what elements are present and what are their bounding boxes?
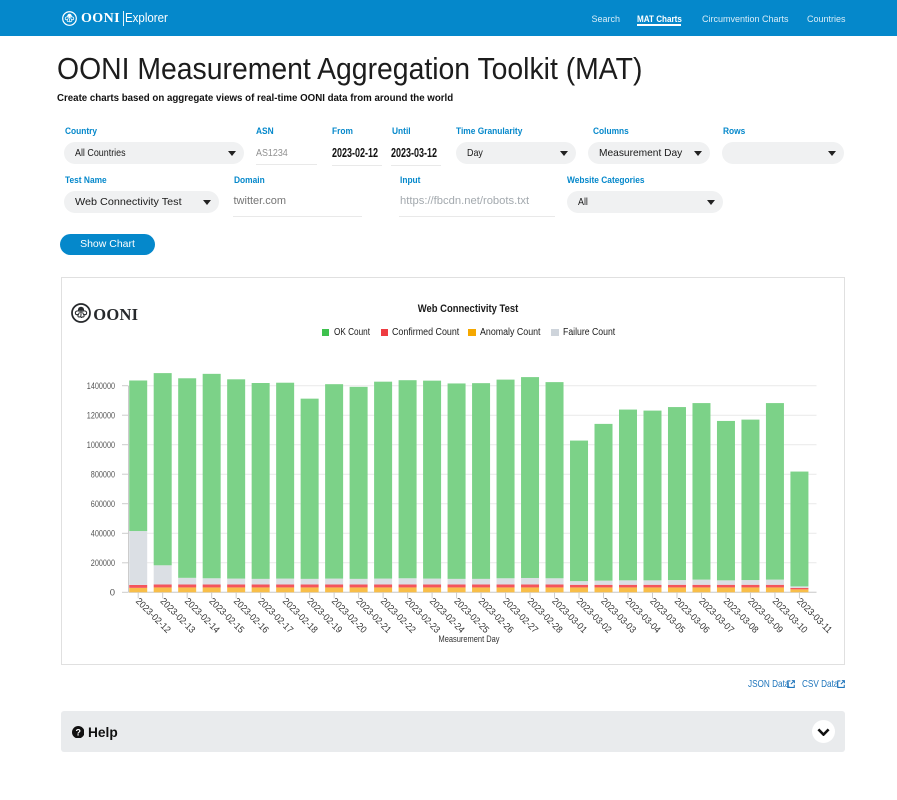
svg-text:1000000: 1000000 [86,440,114,451]
svg-text:600000: 600000 [90,499,114,510]
svg-text:?: ? [75,727,80,737]
svg-text:1400000: 1400000 [86,381,114,392]
svg-text:Measurement Day: Measurement Day [438,634,499,645]
svg-text:0: 0 [109,588,114,599]
svg-text:1200000: 1200000 [86,411,114,422]
svg-text:400000: 400000 [90,529,114,540]
svg-text:800000: 800000 [90,470,114,481]
svg-text:200000: 200000 [90,558,114,569]
